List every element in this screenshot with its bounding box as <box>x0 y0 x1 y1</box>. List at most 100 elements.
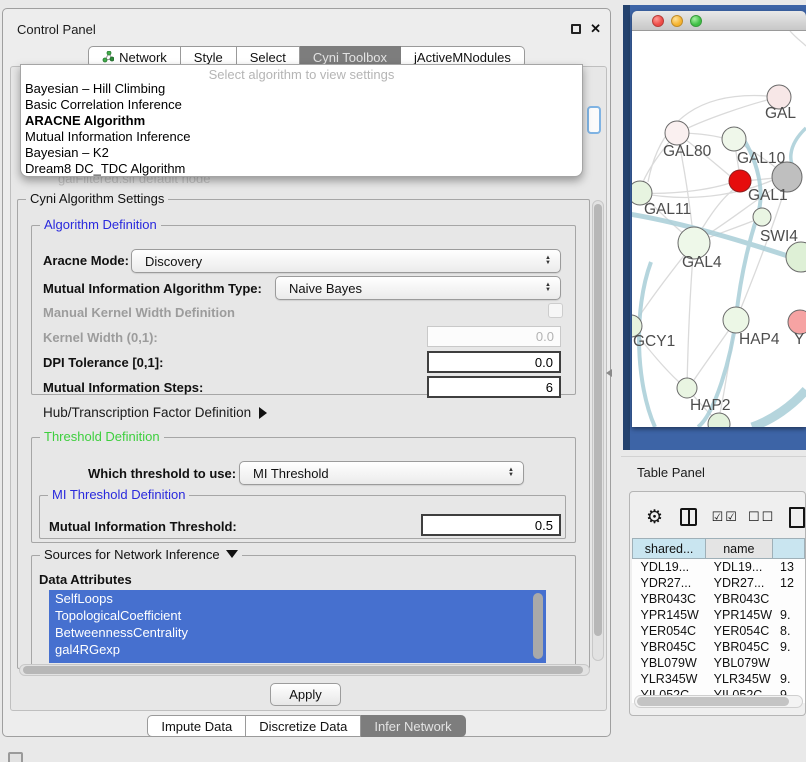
which-threshold-combobox[interactable]: MI Threshold ▲▼ <box>239 461 524 485</box>
table-row[interactable]: YER054CYER054C8. <box>633 623 805 639</box>
aracne-mode-combobox[interactable]: Discovery ▲▼ <box>131 249 561 273</box>
mi-type-value: Naive Bayes <box>289 281 362 296</box>
columns-icon[interactable] <box>680 508 697 526</box>
node-label: HAP4 <box>739 331 780 348</box>
zoom-button[interactable] <box>690 15 702 27</box>
table-cell <box>772 591 804 607</box>
tab-discretize-data[interactable]: Discretize Data <box>246 715 361 737</box>
table-row[interactable]: YLR345WYLR345W9. <box>633 671 805 687</box>
mi-type-combobox[interactable]: Naive Bayes ▲▼ <box>275 276 561 300</box>
table-row[interactable]: YBR043CYBR043C <box>633 591 805 607</box>
attributes-list-scrollbar[interactable] <box>533 593 543 659</box>
table-body: YDL19...YDL19...13YDR27...YDR27...12YBR0… <box>633 559 805 703</box>
column-header-cut[interactable] <box>772 539 804 559</box>
algorithm-option[interactable]: Bayesian – K2 <box>21 145 582 161</box>
table-cell: YER054C <box>706 623 772 639</box>
table-row[interactable]: YBL079WYBL079W <box>633 655 805 671</box>
deselect-all-checks-icon[interactable]: ☐☐ <box>748 509 775 525</box>
node-label: HAP2 <box>690 397 731 414</box>
cyni-settings-legend: Cyni Algorithm Settings <box>26 191 168 206</box>
tab-cyni-toolbox-label: Cyni Toolbox <box>313 50 387 65</box>
algorithm-option[interactable]: Dream8 DC_TDC Algorithm <box>21 161 582 177</box>
settings-horizontal-scrollbar[interactable] <box>19 664 590 676</box>
table-cell: 13 <box>772 559 804 575</box>
table-cell <box>772 655 804 671</box>
algorithm-option[interactable]: ARACNE Algorithm <box>21 113 582 129</box>
attribute-item[interactable]: TopologicalCoefficient <box>49 607 546 624</box>
node-swi4[interactable] <box>753 208 771 226</box>
mi-threshold-label: Mutual Information Threshold: <box>49 519 237 534</box>
splitter-collapse-icon[interactable] <box>606 369 612 377</box>
close-panel-icon[interactable]: ✕ <box>590 21 601 37</box>
table-cell: YBR045C <box>633 639 706 655</box>
tab-discretize-data-label: Discretize Data <box>259 719 347 734</box>
gear-icon[interactable]: ⚙ <box>646 506 663 529</box>
screen: Control Panel ✕ Network Style Select Cyn… <box>0 0 806 762</box>
table-row[interactable]: YDR27...YDR27...12 <box>633 575 805 591</box>
minimize-button[interactable] <box>671 15 683 27</box>
mi-steps-field[interactable]: 6 <box>427 376 561 398</box>
select-all-checks-icon[interactable]: ☑☑ <box>712 509 739 525</box>
data-attributes-label: Data Attributes <box>39 572 132 587</box>
mi-type-label: Mutual Information Algorithm Type: <box>43 281 262 296</box>
mi-steps-label: Mutual Information Steps: <box>43 380 203 395</box>
table-cell: YLR345W <box>706 671 772 687</box>
hub-definition-expander[interactable]: Hub/Transcription Factor Definition <box>43 405 267 420</box>
attribute-item[interactable]: BetweennessCentrality <box>49 624 546 641</box>
column-header-shared-name[interactable]: shared... <box>633 539 706 559</box>
which-threshold-label: Which threshold to use: <box>88 466 236 481</box>
node-label: GAL10 <box>737 150 786 167</box>
node-hap4[interactable] <box>723 307 749 333</box>
apply-button[interactable]: Apply <box>270 683 341 706</box>
dpi-tolerance-field[interactable]: 0.0 <box>427 351 561 373</box>
node-gal80[interactable] <box>665 121 689 145</box>
table-cell: 12 <box>772 575 804 591</box>
aracne-mode-label: Aracne Mode: <box>43 253 129 268</box>
hub-definition-label: Hub/Transcription Factor Definition <box>43 405 251 420</box>
attribute-item[interactable]: gal4RGexp <box>49 641 546 658</box>
manual-kernel-checkbox[interactable] <box>548 303 563 318</box>
tab-infer-network-label: Infer Network <box>374 719 451 734</box>
kernel-width-field[interactable]: 0.0 <box>427 326 561 347</box>
table-row[interactable]: YBR045CYBR045C9. <box>633 639 805 655</box>
node-hap2[interactable] <box>677 378 697 398</box>
node-gal10[interactable] <box>722 127 746 151</box>
table-cell: YDR27... <box>706 575 772 591</box>
algorithm-option[interactable]: Bayesian – Hill Climbing <box>21 81 582 97</box>
node-label: Y <box>794 331 804 348</box>
settings-vertical-scrollbar[interactable] <box>592 200 604 661</box>
node-right-cut[interactable] <box>786 242 806 272</box>
collapse-arrow-icon[interactable] <box>226 550 238 558</box>
spinner-arrows-icon: ▲▼ <box>545 283 560 293</box>
algorithm-option[interactable]: Basic Correlation Inference <box>21 97 582 113</box>
tab-impute-data[interactable]: Impute Data <box>147 715 246 737</box>
document-icon[interactable] <box>789 507 805 528</box>
expand-arrow-icon <box>259 407 267 419</box>
network-window-titlebar[interactable] <box>632 11 806 31</box>
table-cell: 8. <box>772 623 804 639</box>
tab-jactivemnodules-label: jActiveMNodules <box>414 50 511 65</box>
algorithm-option[interactable]: Mutual Information Inference <box>21 129 582 145</box>
node-label: GAL80 <box>663 143 712 160</box>
column-header-name[interactable]: name <box>706 539 772 559</box>
mi-threshold-field[interactable]: 0.5 <box>421 514 561 536</box>
table-header-row: shared... name <box>633 539 805 559</box>
float-window-icon[interactable] <box>571 24 581 34</box>
spinner-arrows-icon: ▲▼ <box>508 468 523 478</box>
corner-widget-cut[interactable] <box>8 752 23 762</box>
table-row[interactable]: YDL19...YDL19...13 <box>633 559 805 575</box>
tab-style-label: Style <box>194 50 223 65</box>
tab-infer-network[interactable]: Infer Network <box>361 715 465 737</box>
data-attributes-list[interactable]: SelfLoopsTopologicalCoefficientBetweenne… <box>49 590 546 663</box>
network-canvas[interactable]: GAL GAL80 GAL10 GAL1 GAL11 SWI4 GAL4 GCY… <box>632 31 806 427</box>
table-cell: YPR145W <box>706 607 772 623</box>
control-panel-title: Control Panel <box>17 22 96 37</box>
bottom-tabbar: Impute Data Discretize Data Infer Networ… <box>3 715 610 737</box>
table-cell: YDL19... <box>633 559 706 575</box>
table-row[interactable]: YPR145WYPR145W9. <box>633 607 805 623</box>
table-horizontal-scrollbar[interactable] <box>634 695 803 708</box>
close-button[interactable] <box>652 15 664 27</box>
algorithm-dropdown-popup: Select algorithm to view settings Bayesi… <box>20 64 583 177</box>
node-label: GAL11 <box>644 201 691 218</box>
attribute-item[interactable]: SelfLoops <box>49 590 546 607</box>
